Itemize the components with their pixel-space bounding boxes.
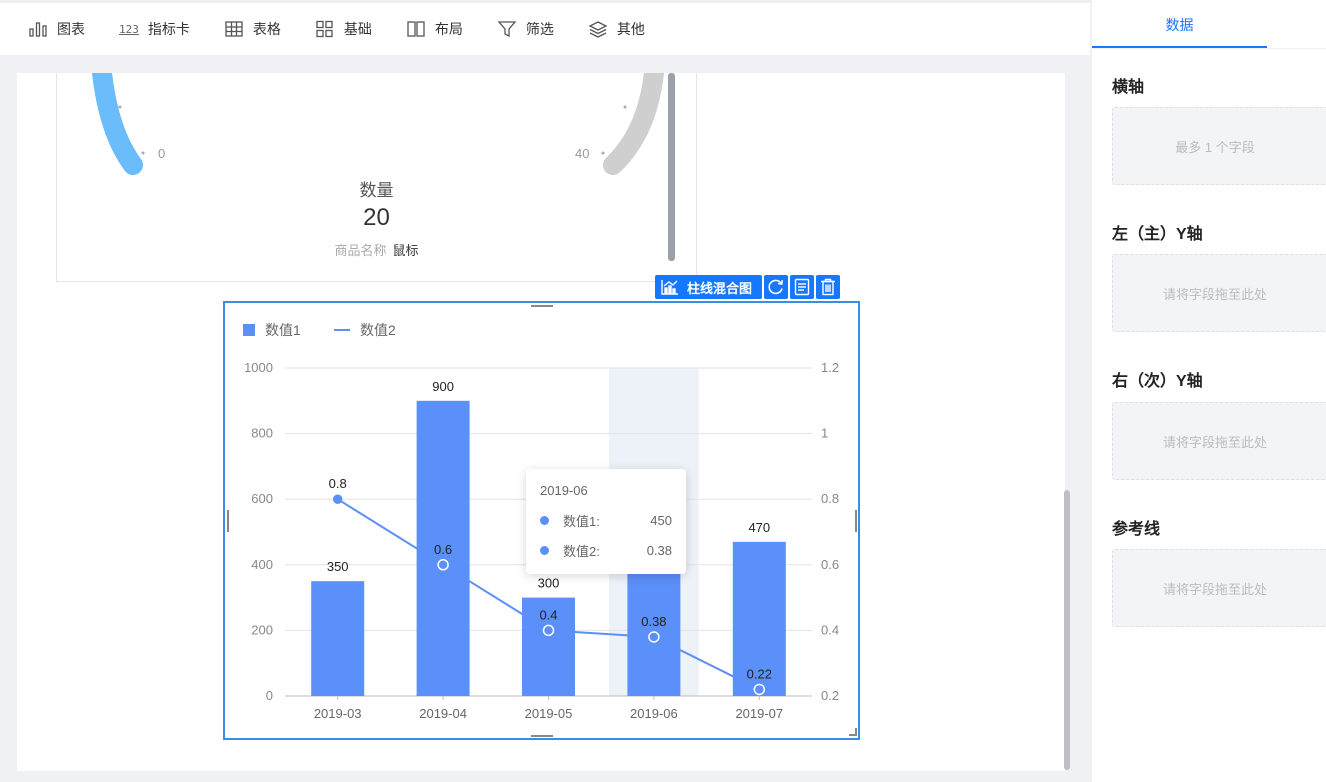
tooltip-row: 数值1: 450 (540, 512, 672, 529)
x-axis-dropzone[interactable]: 最多 1 个字段 (1112, 107, 1326, 185)
tab-data[interactable]: 数据 (1092, 0, 1267, 48)
refresh-icon (768, 279, 784, 295)
tool-table[interactable]: 表格 (224, 19, 281, 39)
reference-line-title: 参考线 (1112, 521, 1161, 538)
gauge-track-arc (603, 73, 664, 175)
tool-kpi-card[interactable]: 123 指标卡 (119, 19, 190, 39)
tool-basic-label: 基础 (343, 21, 372, 37)
config-panel: 数据 横轴 最多 1 个字段 左（主）Y轴 请将字段拖至此处 右（次）Y轴 请将… (1092, 0, 1326, 782)
tool-chart-label: 图表 (57, 21, 85, 37)
reference-line-placeholder: 请将字段拖至此处 (1162, 581, 1267, 597)
number-icon: 123 (119, 22, 139, 36)
canvas-scrollbar[interactable] (1064, 490, 1070, 770)
bar-chart-icon (29, 22, 47, 37)
reference-line-dropzone[interactable]: 请将字段拖至此处 (1112, 549, 1326, 627)
resize-corner-handle-v (855, 728, 857, 736)
x-axis-title: 横轴 (1112, 79, 1145, 96)
chart-type-button[interactable]: 柱线混合图 (655, 275, 763, 299)
tool-filter[interactable]: 筛选 (497, 19, 554, 39)
series-dot-icon (540, 515, 549, 525)
chart-tooltip: 2019-06 数值1: 450 数值2: 0.38 (526, 469, 686, 574)
chart-action-bar: 柱线混合图 (655, 275, 841, 299)
delete-button[interactable] (816, 275, 841, 299)
right-y-axis-placeholder: 请将字段拖至此处 (1162, 434, 1267, 450)
tooltip-title: 2019-06 (540, 483, 588, 498)
gauge-max-label: 40 (575, 146, 590, 161)
tool-layout-label: 布局 (434, 21, 463, 37)
combo-chart-icon (661, 280, 678, 295)
tool-basic[interactable]: 基础 (315, 19, 372, 39)
resize-handle-top[interactable] (531, 305, 553, 307)
detail-button[interactable] (790, 275, 815, 299)
chart-type-label: 柱线混合图 (687, 280, 753, 296)
resize-handle-bottom[interactable] (531, 735, 553, 737)
tool-other[interactable]: 其他 (588, 19, 645, 39)
table-icon (225, 21, 243, 37)
tooltip-series-value: 0.38 (646, 542, 672, 558)
left-y-axis-placeholder: 请将字段拖至此处 (1162, 286, 1267, 302)
tool-chart[interactable]: 图表 (28, 19, 85, 39)
tool-filter-label: 筛选 (525, 21, 554, 37)
right-y-axis-title: 右（次）Y轴 (1112, 373, 1203, 390)
filter-icon (497, 21, 517, 38)
gauge-metric-name: 数量 (359, 181, 394, 200)
grid-icon (316, 20, 333, 38)
gauge-scrollbar[interactable] (668, 73, 675, 261)
delete-icon (821, 278, 836, 296)
gauge-filled-arc (92, 73, 143, 175)
component-toolbar: 图表 123 指标卡 表格 基础 布局 筛选 其他 (0, 0, 1090, 55)
resize-handle-right[interactable] (855, 510, 857, 532)
tooltip-series-name: 数值2: (563, 543, 600, 559)
series-dot-icon (540, 545, 549, 555)
tooltip-row: 数值2: 0.38 (540, 542, 672, 559)
left-y-axis-dropzone[interactable]: 请将字段拖至此处 (1112, 254, 1326, 332)
gauge-value: 20 (363, 204, 390, 231)
tool-layout[interactable]: 布局 (406, 19, 463, 39)
right-y-axis-dropzone[interactable]: 请将字段拖至此处 (1112, 402, 1326, 480)
detail-icon (794, 278, 810, 296)
tool-other-label: 其他 (616, 21, 645, 37)
x-axis-placeholder: 最多 1 个字段 (1175, 139, 1255, 155)
tool-kpi-label: 指标卡 (147, 21, 190, 37)
resize-handle-left[interactable] (227, 510, 229, 532)
layout-icon (407, 21, 425, 37)
refresh-button[interactable] (764, 275, 789, 299)
gauge-legend-key: 商品名称 (334, 243, 387, 258)
gauge-min-label: 0 (158, 146, 166, 161)
layers-icon (588, 21, 608, 38)
tab-divider (1092, 48, 1326, 49)
gauge-legend: 商品名称 鼠标 (57, 240, 696, 259)
gauge-widget[interactable]: 0 40 数量 20 商品名称 鼠标 (56, 73, 697, 282)
gauge-legend-value: 鼠标 (392, 243, 419, 258)
dashboard-editor: 图表 123 指标卡 表格 基础 布局 筛选 其他 0 40 数量 20 商品名… (0, 0, 1326, 782)
tooltip-series-value: 450 (650, 512, 672, 528)
left-y-axis-title: 左（主）Y轴 (1112, 226, 1203, 243)
tooltip-series-name: 数值1: (563, 513, 600, 529)
tool-table-label: 表格 (252, 21, 281, 37)
